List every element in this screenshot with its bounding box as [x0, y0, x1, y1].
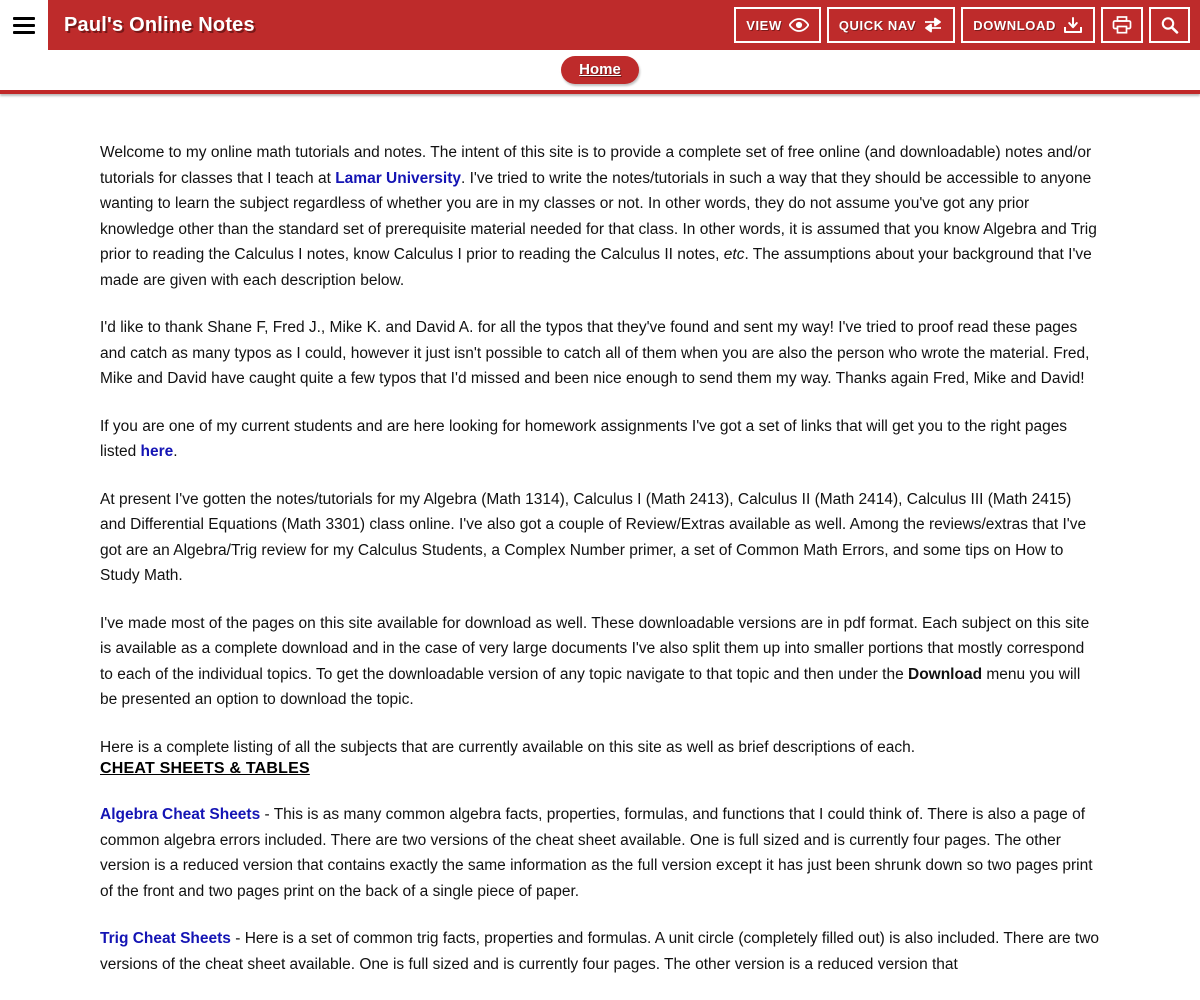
content-text: At present I've gotten the notes/tutoria… [100, 490, 1087, 585]
view-button-label: VIEW [746, 17, 782, 33]
content-link[interactable]: Algebra Cheat Sheets [100, 806, 260, 823]
top-header-bar: Paul's Online Notes VIEW QUICK NAV DOWNL… [0, 0, 1200, 50]
cheat-sheet-entry-list: Algebra Cheat Sheets - This is as many c… [100, 802, 1100, 977]
content-text: I'd like to thank Shane F, Fred J., Mike… [100, 319, 1090, 387]
content-text: etc [723, 246, 745, 263]
content-text: If you are one of my current students an… [100, 417, 1068, 461]
download-icon [1063, 16, 1083, 34]
search-button[interactable] [1149, 7, 1190, 43]
quick-nav-button-label: QUICK NAV [838, 17, 917, 33]
eye-icon [788, 18, 809, 32]
content-link[interactable]: here [141, 443, 174, 460]
paragraph-homework-links: If you are one of my current students an… [100, 414, 1100, 465]
quick-nav-button[interactable]: QUICK NAV [826, 7, 956, 43]
download-button-label: DOWNLOAD [973, 17, 1056, 33]
print-button[interactable] [1101, 7, 1143, 43]
swap-arrows-icon [923, 17, 943, 33]
content-text: Here is a complete listing of all the su… [100, 738, 916, 756]
site-title: Paul's Online Notes [64, 13, 255, 36]
search-icon [1160, 16, 1179, 34]
header-actions: VIEW QUICK NAV DOWNLOAD [734, 7, 1194, 43]
hamburger-icon[interactable] [13, 16, 35, 34]
content-text: - Here is a set of common trig facts, pr… [100, 930, 1100, 973]
paragraph-downloads: I've made most of the pages on this site… [100, 611, 1100, 713]
content-text: . [173, 443, 178, 460]
content-link[interactable]: Lamar University [335, 170, 461, 187]
content-text: Download [908, 665, 983, 683]
download-button[interactable]: DOWNLOAD [961, 7, 1095, 43]
printer-icon [1112, 16, 1132, 34]
breadcrumb: Home [0, 50, 1200, 90]
paragraph-listing-intro: Here is a complete listing of all the su… [100, 735, 1100, 761]
paragraph-list: Welcome to my online math tutorials and … [100, 140, 1100, 760]
entry-algebra-cheat-sheets: Algebra Cheat Sheets - This is as many c… [100, 802, 1100, 904]
paragraph-thanks: I'd like to thank Shane F, Fred J., Mike… [100, 315, 1100, 392]
menu-toggle-button[interactable] [0, 0, 48, 50]
page-content: Welcome to my online math tutorials and … [0, 94, 1200, 977]
view-button[interactable]: VIEW [734, 7, 821, 43]
page-section-heading: CHEAT SHEETS & TABLES [100, 760, 310, 777]
paragraph-available-classes: At present I've gotten the notes/tutoria… [100, 487, 1100, 589]
paragraph-welcome: Welcome to my online math tutorials and … [100, 140, 1100, 293]
breadcrumb-item-home[interactable]: Home [561, 56, 639, 84]
entry-trig-cheat-sheets: Trig Cheat Sheets - Here is a set of com… [100, 926, 1100, 977]
header-red-band: Paul's Online Notes VIEW QUICK NAV DOWNL… [48, 0, 1200, 50]
content-link[interactable]: Trig Cheat Sheets [100, 930, 231, 947]
